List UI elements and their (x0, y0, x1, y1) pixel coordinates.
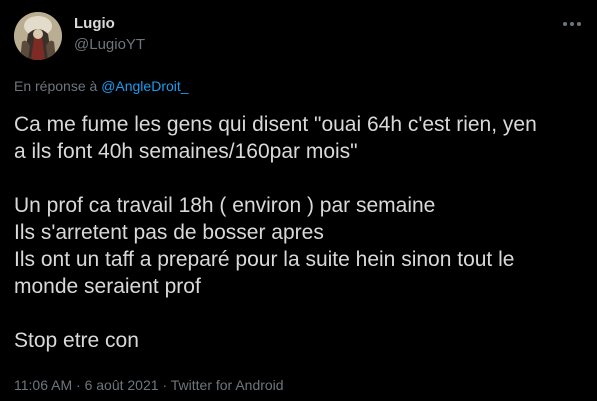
tweet-line: Ca me fume les gens qui disent "ouai 64h… (14, 113, 537, 136)
more-horizontal-icon (563, 22, 581, 26)
tweet-card: Lugio @LugioYT En réponse à @AngleDroit_… (0, 0, 597, 401)
avatar[interactable] (14, 12, 62, 60)
tweet-text: Ca me fume les gens qui disent "ouai 64h… (14, 111, 589, 354)
tweet-line: Ils ont un taff a preparé pour la suite … (14, 248, 515, 271)
tweet-line: Stop etre con (14, 329, 139, 352)
tweet-line: Un prof ca travail 18h ( environ ) par s… (14, 194, 436, 217)
tweet-date[interactable]: 6 août 2021 (85, 377, 159, 393)
author-name[interactable]: Lugio (74, 15, 115, 32)
reply-context: En réponse à @AngleDroit_ (14, 78, 189, 94)
meta-separator: · (76, 377, 81, 393)
tweet-line: monde seraient prof (14, 275, 201, 298)
tweet-source[interactable]: Twitter for Android (171, 377, 284, 393)
tweet-time[interactable]: 11:06 AM (14, 377, 72, 393)
avatar-image (14, 12, 62, 60)
tweet-metadata: 11:06 AM · 6 août 2021 · Twitter for And… (14, 377, 284, 393)
more-options-button[interactable] (559, 13, 585, 35)
author-handle[interactable]: @LugioYT (74, 36, 145, 53)
reply-mention-link[interactable]: @AngleDroit_ (101, 78, 188, 94)
tweet-line: Ils s'arretent pas de bosser apres (14, 221, 324, 244)
reply-prefix: En réponse à (14, 78, 98, 94)
tweet-line: a ils font 40h semaines/160par mois" (14, 140, 358, 163)
meta-separator: · (162, 377, 168, 393)
